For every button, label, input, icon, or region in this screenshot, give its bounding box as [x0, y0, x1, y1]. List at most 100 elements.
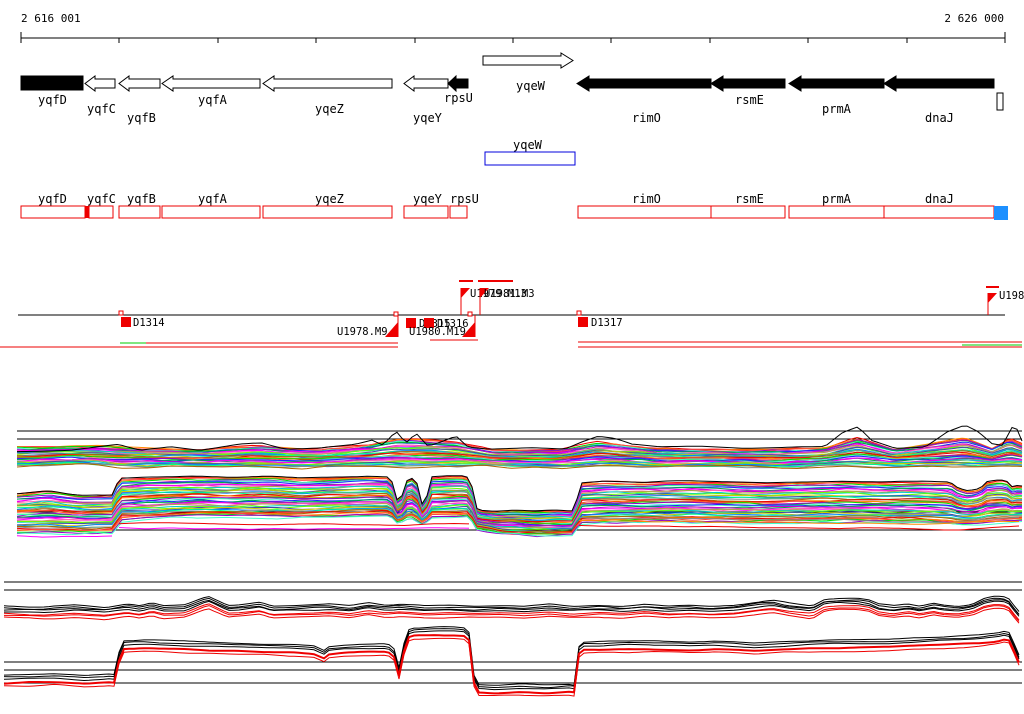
gene-box-rect-yqfA[interactable] [161, 205, 261, 219]
marker-notch [467, 311, 473, 317]
gene-body-yqfA[interactable] [161, 75, 261, 92]
stray-signal-3 [118, 522, 470, 527]
gene-box-yqeZ[interactable]: yqeZ [262, 192, 393, 219]
stray-signal-5 [118, 527, 470, 530]
gene-box-label-rsmE: rsmE [735, 192, 764, 206]
gene-arrow-yqfA[interactable]: yqfA [161, 75, 261, 107]
gene-box-rect-yqfD[interactable] [20, 205, 86, 219]
gene-box-yqfC[interactable]: yqfC [87, 192, 116, 219]
gene-box-dnaJ[interactable]: dnaJ [883, 192, 995, 219]
signal-line [3, 628, 1020, 689]
selection-rect[interactable] [484, 151, 576, 166]
stray-signal-1 [578, 524, 1020, 531]
gene-box-rect-prmA[interactable] [788, 205, 885, 219]
coordinate-ruler [20, 32, 1006, 43]
gene-body-yqfC[interactable] [84, 75, 116, 92]
gene-body-yqfD[interactable] [20, 75, 84, 91]
gene-box-label-rimO: rimO [632, 192, 661, 206]
gene-arrow-yqfC[interactable]: yqfC [84, 75, 116, 116]
signal-line [3, 607, 1020, 624]
probe-marker-track: D1314 D1315D1316 D1317U1978.M9 U1980.M19U19… [0, 280, 1024, 348]
marker-D1314[interactable]: D1314 [118, 310, 165, 329]
marker-U1982[interactable]: U1982 [986, 286, 1024, 315]
gene-box-yqfA[interactable]: yqfA [161, 192, 261, 219]
gene-arrow-yqfB[interactable]: yqfB [118, 75, 161, 125]
signal-bundle-0 [3, 595, 1020, 624]
marker-notch [393, 311, 399, 317]
gene-box-rect-yqfC[interactable] [88, 205, 114, 219]
gene-body-rsmE[interactable] [710, 75, 786, 92]
partial-gene-outline[interactable] [996, 92, 1004, 111]
signal-line [3, 626, 1020, 686]
red-sliver-marker [85, 206, 89, 218]
gene-box-label-rpsU: rpsU [450, 192, 479, 206]
marker-D1317[interactable]: D1317 [576, 310, 623, 329]
gene-label-yqfB: yqfB [127, 111, 156, 125]
marker-square[interactable] [578, 317, 588, 327]
gene-box-prmA[interactable]: prmA [788, 192, 885, 219]
genome-browser-canvas: yqfDyqfCyqfByqfAyqeZyqeYrpsUyqeWrimOrsmE… [0, 32, 1024, 697]
stray-signal-4 [16, 535, 113, 538]
gene-box-label-dnaJ: dnaJ [925, 192, 954, 206]
gene-body-dnaJ[interactable] [883, 75, 995, 92]
gene-label-rpsU: rpsU [444, 91, 473, 105]
gene-body-yqeZ[interactable] [262, 75, 393, 92]
marker-triangle[interactable] [988, 293, 997, 303]
gene-box-rpsU[interactable]: rpsU [449, 192, 479, 219]
marker-notch [576, 310, 582, 316]
gene-body-yqeW[interactable] [482, 52, 574, 69]
gene-label-yqfD: yqfD [38, 93, 67, 107]
marker-U1981.M3[interactable]: U1981.M3 [478, 280, 535, 315]
gene-box-label-yqfD: yqfD [38, 192, 67, 206]
gene-arrow-yqfD[interactable]: yqfD [20, 75, 84, 107]
gene-box-rect-yqeY[interactable] [403, 205, 449, 219]
gene-box-rect-rsmE[interactable] [710, 205, 786, 219]
gene-body-prmA[interactable] [788, 75, 885, 92]
selection-label: yqeW [513, 138, 543, 152]
blue-end-marker[interactable] [994, 206, 1008, 220]
gene-arrow-dnaJ[interactable]: dnaJ [883, 75, 995, 125]
gene-label-prmA: prmA [822, 102, 852, 116]
gene-arrow-rimO[interactable]: rimO [576, 75, 712, 125]
gene-body-rpsU[interactable] [447, 74, 469, 93]
gene-box-label-yqfB: yqfB [127, 192, 156, 206]
signal-bundle-0 [16, 425, 1023, 470]
gene-label-rsmE: rsmE [735, 93, 764, 107]
marker-label: U1978.M9 [337, 326, 388, 338]
marker-triangle[interactable] [461, 288, 470, 298]
marker-U1978.M9[interactable]: U1978.M9 [337, 311, 399, 338]
selected-feature-box[interactable]: yqeW [484, 138, 576, 166]
gene-box-label-yqeY: yqeY [413, 192, 443, 206]
gene-arrow-prmA[interactable]: prmA [788, 75, 885, 116]
gene-box-label-yqeZ: yqeZ [315, 192, 344, 206]
gene-box-label-yqfA: yqfA [198, 192, 228, 206]
gene-box-rect-rimO[interactable] [577, 205, 712, 219]
gene-body-yqeY[interactable] [403, 75, 449, 92]
gene-body-yqfB[interactable] [118, 75, 161, 92]
gene-label-rimO: rimO [632, 111, 661, 125]
gene-box-rect-yqfB[interactable] [118, 205, 161, 219]
gene-box-rect-yqeZ[interactable] [262, 205, 393, 219]
gene-body-rimO[interactable] [576, 75, 712, 92]
gene-box-rimO[interactable]: rimO [577, 192, 712, 219]
marker-label: U1981.M3 [484, 288, 535, 300]
gene-box-rect-rpsU[interactable] [449, 205, 468, 219]
gene-box-rsmE[interactable]: rsmE [710, 192, 786, 219]
genome-browser-view: 2 616 001 2 626 000 yqfD yqfC yqfB yqfA yqeZ… [0, 0, 1024, 714]
gene-arrow-yqeZ[interactable]: yqeZ [262, 75, 393, 116]
gene-box-label-prmA: prmA [822, 192, 852, 206]
gene-box-rect-dnaJ[interactable] [883, 205, 995, 219]
marker-notch [118, 310, 124, 316]
signal-bundle-1 [3, 626, 1020, 697]
signal-panel-1 [16, 425, 1023, 538]
gene-box-yqfB[interactable]: yqfB [118, 192, 161, 219]
gene-box-yqfD[interactable]: yqfD [20, 192, 86, 219]
gene-box-yqeY[interactable]: yqeY [403, 192, 449, 219]
gene-arrow-rsmE[interactable]: rsmE [710, 75, 786, 107]
gene-label-yqeY: yqeY [413, 111, 443, 125]
marker-square[interactable] [121, 317, 131, 327]
gene-arrow-yqeY[interactable]: yqeY [403, 75, 449, 125]
gene-label-yqeW: yqeW [516, 79, 546, 93]
gene-arrow-yqeW[interactable]: yqeW [482, 52, 574, 93]
gene-box-label-yqfC: yqfC [87, 192, 116, 206]
